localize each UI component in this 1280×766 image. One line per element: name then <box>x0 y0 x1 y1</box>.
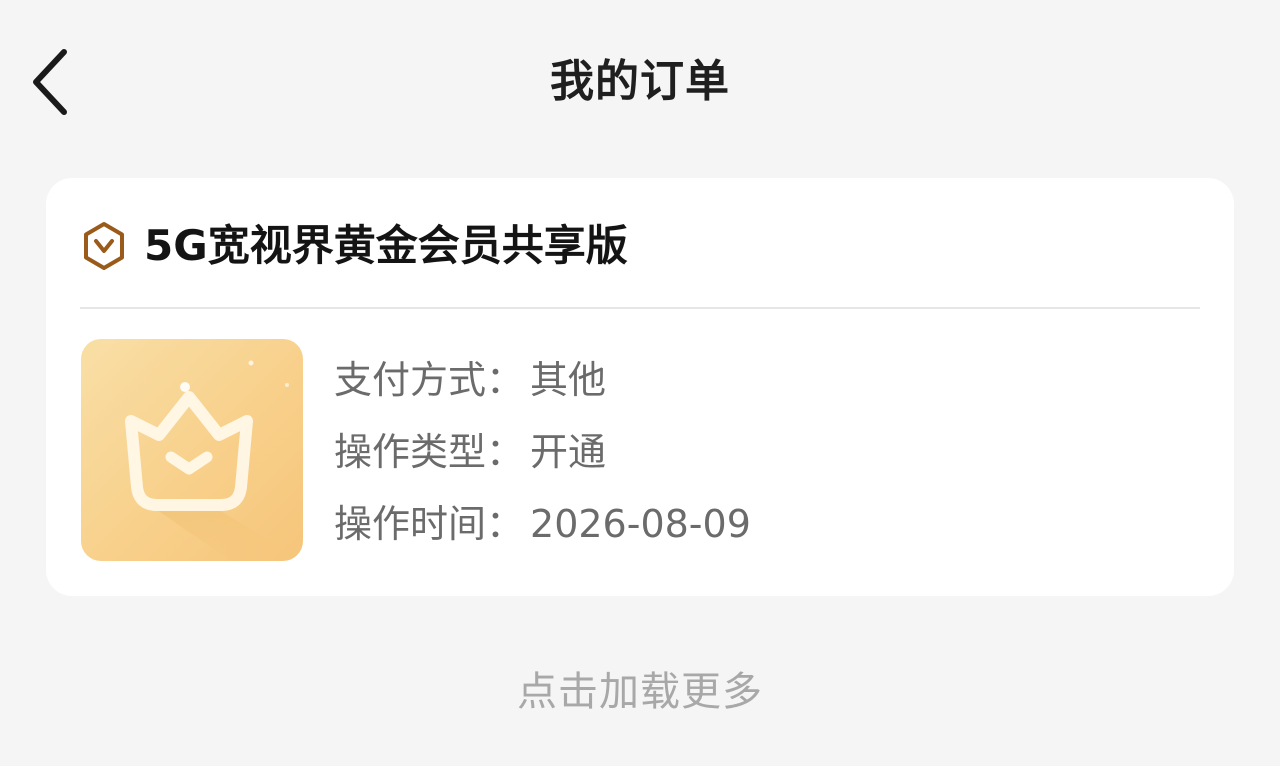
page-title: 我的订单 <box>550 56 730 107</box>
detail-separator: ： <box>486 502 525 546</box>
detail-row-payment: 支付方式：其他 <box>334 344 751 416</box>
detail-label: 操作时间 <box>334 502 487 546</box>
product-name: 5G宽视界黄金会员共享版 <box>144 221 628 270</box>
detail-label: 操作类型 <box>334 430 487 474</box>
load-more-button[interactable]: 点击加载更多 <box>0 664 1280 720</box>
detail-separator: ： <box>486 358 525 402</box>
detail-label: 支付方式 <box>334 358 487 402</box>
top-bar: 我的订单 <box>0 0 1280 160</box>
detail-row-operation-time: 操作时间： 2026-08-09 <box>334 488 751 560</box>
order-details: 支付方式：其他 操作类型：开通 操作时间： 2026-08-09 <box>334 344 751 560</box>
divider <box>80 307 1200 309</box>
crown-icon <box>125 360 303 561</box>
detail-separator: ： <box>486 430 525 474</box>
detail-value: 其他 <box>530 358 607 402</box>
order-card[interactable]: 5G宽视界黄金会员共享版 支付方式：其他 操作类型 ： 开通 操作时间 ： 20… <box>46 178 1234 596</box>
product-thumbnail <box>81 339 303 561</box>
vip-v-hexagon-icon <box>80 220 128 272</box>
order-card-header: 5G宽视界黄金会员共享版 <box>80 214 628 278</box>
detail-row-operation-type: 操作类型：开通 <box>334 416 751 488</box>
detail-value: 开通 <box>530 430 607 474</box>
detail-value: 2026-08-09 <box>530 502 751 546</box>
